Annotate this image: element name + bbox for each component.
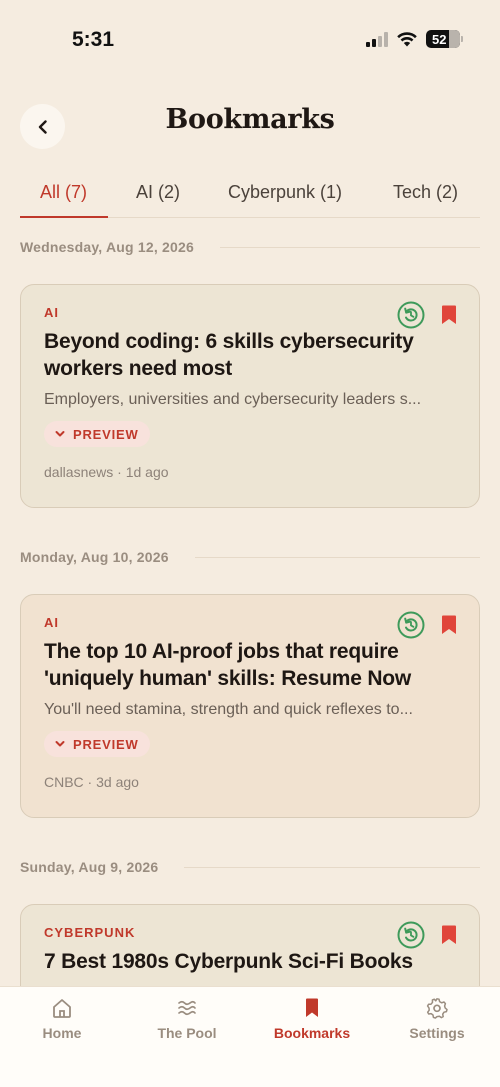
- article-meta: CNBC · 3d ago: [44, 774, 139, 790]
- topic-label: AI: [44, 305, 59, 320]
- card-actions: [397, 611, 457, 639]
- tab-all[interactable]: All (7): [40, 182, 87, 203]
- card-actions: [397, 301, 457, 329]
- nav-label: Bookmarks: [273, 1025, 351, 1041]
- article-title[interactable]: Beyond coding: 6 skills cybersecurity wo…: [44, 328, 457, 382]
- article-card[interactable]: AI Beyond coding: 6 skills cybersecurity…: [20, 284, 480, 508]
- preview-label: PREVIEW: [73, 736, 139, 752]
- article-title[interactable]: 7 Best 1980s Cyberpunk Sci-Fi Books: [44, 948, 457, 975]
- nav-label: Settings: [409, 1025, 465, 1041]
- divider: [194, 556, 480, 558]
- tab-ai[interactable]: AI (2): [136, 182, 180, 203]
- header: Bookmarks: [0, 100, 500, 152]
- nav-label: Home: [42, 1025, 82, 1041]
- nav-bookmarks[interactable]: Bookmarks: [257, 997, 367, 1041]
- bookmark-icon[interactable]: [441, 615, 457, 635]
- chevron-down-icon: [55, 741, 65, 747]
- preview-button[interactable]: PREVIEW: [44, 421, 150, 447]
- home-icon: [53, 999, 71, 1018]
- card-actions: [397, 921, 457, 949]
- article-title[interactable]: The top 10 AI-proof jobs that require 'u…: [44, 638, 457, 692]
- date-label: Sunday, Aug 9, 2026: [20, 859, 159, 875]
- topic-label: AI: [44, 615, 59, 630]
- battery-level: 52: [432, 31, 447, 47]
- date-label: Wednesday, Aug 12, 2026: [20, 239, 194, 255]
- article-snippet: You'll need stamina, strength and quick …: [44, 701, 413, 718]
- bookmark-icon[interactable]: [441, 925, 457, 945]
- active-tab-indicator: [20, 216, 108, 218]
- date-label: Monday, Aug 10, 2026: [20, 549, 169, 565]
- status-time: 5:31: [72, 28, 115, 51]
- refresh-icon[interactable]: [397, 921, 425, 949]
- date-separator: Monday, Aug 10, 2026: [20, 547, 480, 567]
- bookmark-icon: [306, 998, 318, 1017]
- article-card[interactable]: AI The top 10 AI-proof jobs that require…: [20, 594, 480, 818]
- nav-settings[interactable]: Settings: [382, 997, 492, 1041]
- preview-label: PREVIEW: [73, 426, 139, 442]
- status-bar: 5:31 52: [0, 0, 500, 80]
- nav-label: The Pool: [157, 1025, 217, 1041]
- topic-label: CYBERPUNK: [44, 925, 136, 940]
- waves-icon: [178, 1000, 196, 1016]
- nav-the-pool[interactable]: The Pool: [132, 997, 242, 1041]
- nav-home[interactable]: Home: [7, 997, 117, 1041]
- refresh-icon[interactable]: [397, 611, 425, 639]
- divider: [184, 866, 480, 868]
- tab-tech[interactable]: Tech (2): [393, 182, 458, 203]
- chevron-down-icon: [55, 431, 65, 437]
- wifi-icon: [397, 32, 417, 47]
- article-snippet: Employers, universities and cybersecurit…: [44, 391, 422, 408]
- tab-cyberpunk[interactable]: Cyberpunk (1): [228, 182, 342, 203]
- battery-icon: 52: [426, 30, 463, 48]
- article-meta: dallasnews · 1d ago: [44, 464, 169, 480]
- divider: [219, 246, 480, 248]
- date-separator: Sunday, Aug 9, 2026: [20, 857, 480, 877]
- date-separator: Wednesday, Aug 12, 2026: [20, 237, 480, 257]
- bookmark-icon[interactable]: [441, 305, 457, 325]
- gear-icon: [426, 998, 448, 1019]
- status-icons: 52: [366, 30, 463, 48]
- filter-tabs: All (7) AI (2) Cyberpunk (1) Tech (2): [20, 168, 480, 218]
- signal-icon: [366, 31, 388, 47]
- refresh-icon[interactable]: [397, 301, 425, 329]
- preview-button[interactable]: PREVIEW: [44, 731, 150, 757]
- bottom-nav: Home The Pool Bookmarks Settings: [0, 986, 500, 1087]
- page-title: Bookmarks: [165, 104, 335, 135]
